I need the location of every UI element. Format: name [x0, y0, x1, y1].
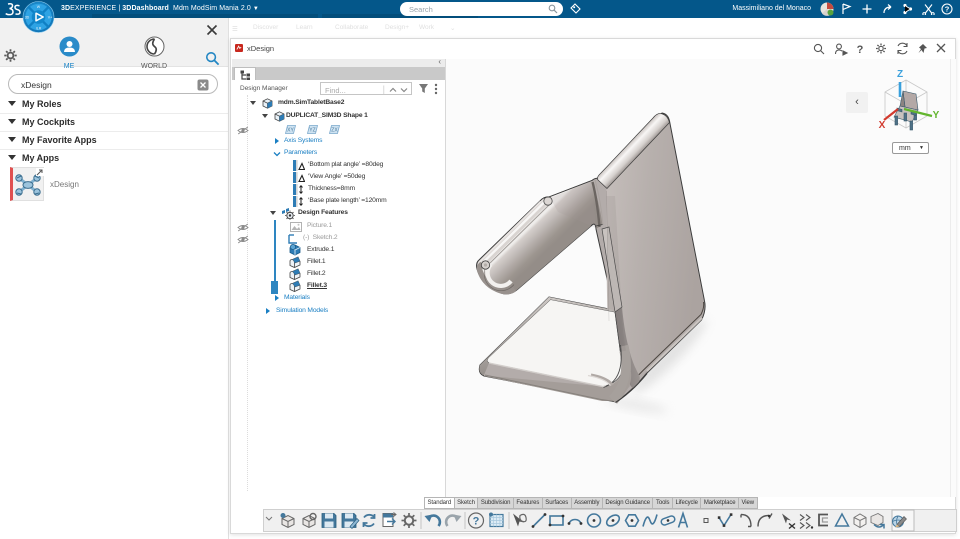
svg-text:Z: Z	[897, 69, 903, 80]
svg-text:?: ?	[945, 5, 950, 14]
svg-text:3D: 3D	[25, 15, 30, 19]
svg-text:Y: Y	[933, 110, 940, 121]
svg-text:X: X	[879, 120, 886, 131]
svg-text:ILR: ILR	[36, 27, 42, 31]
svg-text:XY: XY	[287, 128, 294, 134]
svg-text:ZX: ZX	[331, 128, 338, 134]
svg-text:?: ?	[473, 516, 480, 528]
svg-text:YZ: YZ	[309, 128, 315, 134]
svg-text:V+: V+	[48, 15, 53, 19]
svg-text:?: ?	[857, 44, 864, 56]
svg-text:W: W	[37, 5, 41, 9]
